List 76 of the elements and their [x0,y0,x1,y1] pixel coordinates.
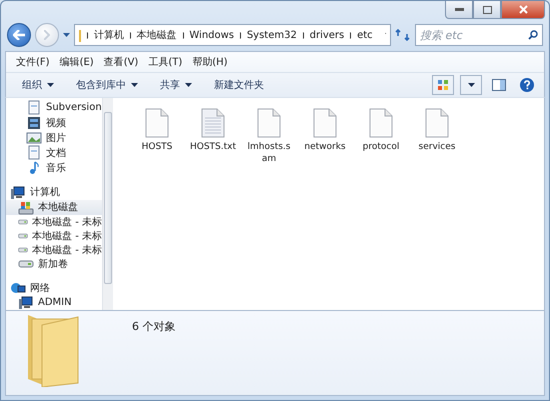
search-box[interactable]: 搜索 etc [415,24,543,46]
breadcrumb[interactable]: etc [357,30,373,40]
text-file-icon [201,108,225,138]
search-icon [528,30,538,40]
view-options-button[interactable] [432,75,454,95]
breadcrumb[interactable]: drivers [310,30,344,40]
sidebar-item[interactable]: 新加卷 [6,256,102,270]
file-icon [313,108,337,138]
doc-icon [26,100,42,115]
menu-item[interactable]: 编辑(E) [56,55,98,69]
maximize-button[interactable] [473,1,501,19]
breadcrumb[interactable]: Windows [189,30,234,40]
help-icon [520,78,534,92]
drive-icon [18,218,28,226]
file-item[interactable]: HOSTS.txt [189,108,237,153]
network-icon [10,280,26,295]
sidebar-item[interactable]: 本地磁盘 - 未标 [6,242,102,256]
breadcrumb[interactable]: 计算机 [94,28,124,42]
computer-icon [10,184,26,200]
sidebar-item[interactable]: 本地磁盘 - 未标 [6,228,102,242]
sidebar-group[interactable]: 计算机 [6,184,102,200]
close-icon [518,5,528,14]
file-icon [425,108,449,138]
menu-item[interactable]: 帮助(H) [188,55,232,69]
sidebar-item[interactable]: 文档 [6,145,102,160]
caret-icon [468,83,474,87]
picture-icon [26,130,42,145]
refresh-icon[interactable] [395,28,411,42]
minimize-button[interactable] [445,1,473,19]
sidebar-item[interactable]: 本地磁盘 - 未标 [6,214,102,228]
view-caret-button[interactable] [460,75,482,95]
video-icon [26,115,42,130]
breadcrumb[interactable]: System32 [246,30,297,40]
menu-item[interactable]: 文件(F) [12,55,54,69]
item-count: 6 个对象 [132,319,176,335]
file-item[interactable]: protocol [357,108,405,153]
sidebar-item[interactable]: ADMIN [6,295,102,310]
file-icon [145,108,169,138]
sidebar-item[interactable]: 音乐 [6,160,102,175]
drive-icon [18,260,34,268]
back-button[interactable] [7,23,31,47]
close-button[interactable] [501,1,545,19]
toolbar-button[interactable]: 共享 [150,76,202,94]
file-item[interactable]: lmhosts.sam [245,108,293,165]
sidebar-item[interactable]: 视频 [6,115,102,130]
sidebar-item[interactable]: Subversion [6,100,102,115]
history-caret-icon[interactable] [63,33,70,37]
file-item[interactable]: services [413,108,461,153]
drive-icon [18,232,28,240]
system-drive-icon [18,200,34,214]
computer-icon [18,295,34,310]
sidebar-item[interactable]: 本地磁盘 [6,200,102,214]
sidebar-item[interactable]: 图片 [6,130,102,145]
caret-icon [131,83,138,87]
scrollbar[interactable] [102,98,113,310]
drive-icon [18,246,28,254]
file-item[interactable]: networks [301,108,349,153]
file-icon [369,108,393,138]
maximize-icon [482,6,492,14]
address-bar[interactable]: 计算机 本地磁盘 Windows System32 drivers etc [74,24,391,46]
menu-item[interactable]: 工具(T) [144,55,186,69]
back-arrow-icon [13,30,25,40]
file-item[interactable]: HOSTS [133,108,181,153]
caret-icon [185,83,192,87]
file-icon [257,108,281,138]
minimize-icon [454,8,464,11]
toolbar-button[interactable]: 组织 [12,76,64,94]
caret-icon [47,83,54,87]
breadcrumb[interactable]: 本地磁盘 [136,28,177,42]
pane-icon [492,79,506,91]
tiles-icon [437,79,449,91]
toolbar-button[interactable]: 包含到库中 [66,76,148,94]
toolbar-button[interactable]: 新建文件夹 [204,76,274,94]
sidebar-group[interactable]: 网络 [6,280,102,295]
doc-icon [26,145,42,160]
menu-item[interactable]: 查看(V) [100,55,142,69]
